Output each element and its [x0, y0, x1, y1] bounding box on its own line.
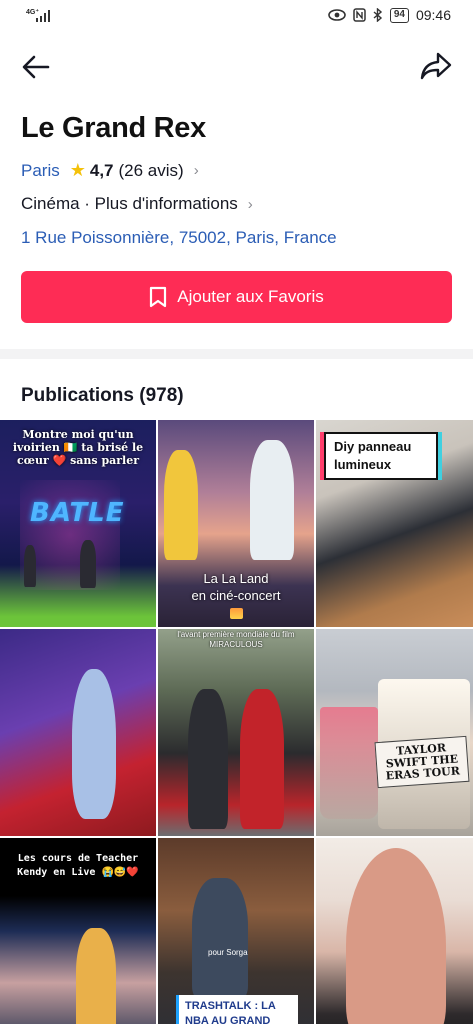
tile-caption: Les cours de Teacher Kendy en Live 😭😅❤️ — [17, 853, 139, 878]
add-to-favorites-button[interactable]: Ajouter aux Favoris — [21, 271, 452, 323]
tile-overlay-text: BATLE — [30, 498, 125, 528]
tile-caption: TAYLOR SWIFT THE ERAS TOUR — [374, 735, 470, 789]
bluetooth-icon — [373, 8, 382, 22]
add-to-favorites-label: Ajouter aux Favoris — [177, 287, 324, 306]
publication-tile[interactable]: TAYLOR SWIFT THE ERAS TOUR — [316, 629, 473, 836]
battery-indicator: 94 — [389, 7, 409, 23]
publication-tile[interactable]: Diy panneau lumineux — [316, 420, 473, 627]
tile-caption: l'avant première mondiale du film MIRACU… — [177, 630, 295, 649]
tile-caption: Diy panneau lumineux — [324, 432, 438, 480]
tile-caption: TRASHTALK : LA NBA AU GRAND REX — [176, 995, 298, 1024]
rating-value: 4,7 — [89, 160, 114, 180]
dancer — [250, 440, 294, 560]
eye-icon — [328, 9, 346, 21]
tile-caption: Montre moi qu'un ivoirien 🇨🇮 ta brisé le… — [12, 428, 144, 467]
dancer — [164, 450, 198, 560]
share-button[interactable] — [419, 50, 453, 82]
publication-tile[interactable]: Les cours de Teacher Kendy en Live 😭😅❤️ — [0, 838, 156, 1024]
section-divider — [0, 349, 473, 359]
publication-tile[interactable]: La La Land en ciné-concert — [158, 420, 314, 627]
publications-grid: Montre moi qu'un ivoirien 🇨🇮 ta brisé le… — [0, 420, 473, 1024]
tile-caption: La La Land en ciné-concert — [168, 570, 304, 621]
tile-subcaption: pour Sorga — [208, 948, 248, 957]
signal-icon — [36, 10, 50, 22]
publication-tile[interactable] — [316, 838, 473, 1024]
star-icon: ★ — [69, 160, 86, 180]
publication-tile[interactable]: pour Sorga TRASHTALK : LA NBA AU GRAND R… — [158, 838, 314, 1024]
back-button[interactable] — [20, 52, 52, 82]
bookmark-icon — [150, 286, 167, 308]
nfc-icon — [353, 8, 366, 22]
reviews-link[interactable]: (26 avis) — [119, 161, 184, 181]
cosplayer — [240, 689, 284, 829]
publications-title: Publications (978) — [21, 385, 184, 406]
category-info: Cinéma · Plus d'informations — [21, 194, 238, 213]
performer — [24, 545, 36, 587]
dancer — [72, 669, 116, 819]
chevron-right-icon: › — [247, 195, 253, 213]
address-link[interactable]: 1 Rue Poissonnière, 75002, Paris, France — [21, 228, 337, 248]
cosplayer — [188, 689, 228, 829]
sunset-emoji-icon — [229, 608, 243, 620]
page-title: Le Grand Rex — [21, 112, 206, 144]
city-link[interactable]: Paris — [21, 161, 60, 181]
popcorn-cup — [320, 707, 378, 819]
arrow-left-icon — [22, 55, 50, 79]
presenter — [192, 878, 248, 998]
publication-tile[interactable]: Montre moi qu'un ivoirien 🇨🇮 ta brisé le… — [0, 420, 156, 627]
performer — [76, 928, 116, 1024]
performer — [80, 540, 96, 588]
portrait — [346, 848, 446, 1024]
publication-tile[interactable] — [0, 629, 156, 836]
status-bar: 4G⁺ 94 09:46 — [0, 0, 473, 34]
status-right: 94 09:46 — [328, 7, 451, 23]
more-info-link[interactable]: Cinéma · Plus d'informations › — [21, 194, 253, 214]
publication-tile[interactable]: l'avant première mondiale du film MIRACU… — [158, 629, 314, 836]
share-arrow-icon — [420, 52, 452, 80]
clock: 09:46 — [415, 7, 451, 23]
rating-row: Paris ★ 4,7 (26 avis) › — [21, 160, 199, 181]
chevron-right-icon[interactable]: › — [194, 162, 199, 179]
